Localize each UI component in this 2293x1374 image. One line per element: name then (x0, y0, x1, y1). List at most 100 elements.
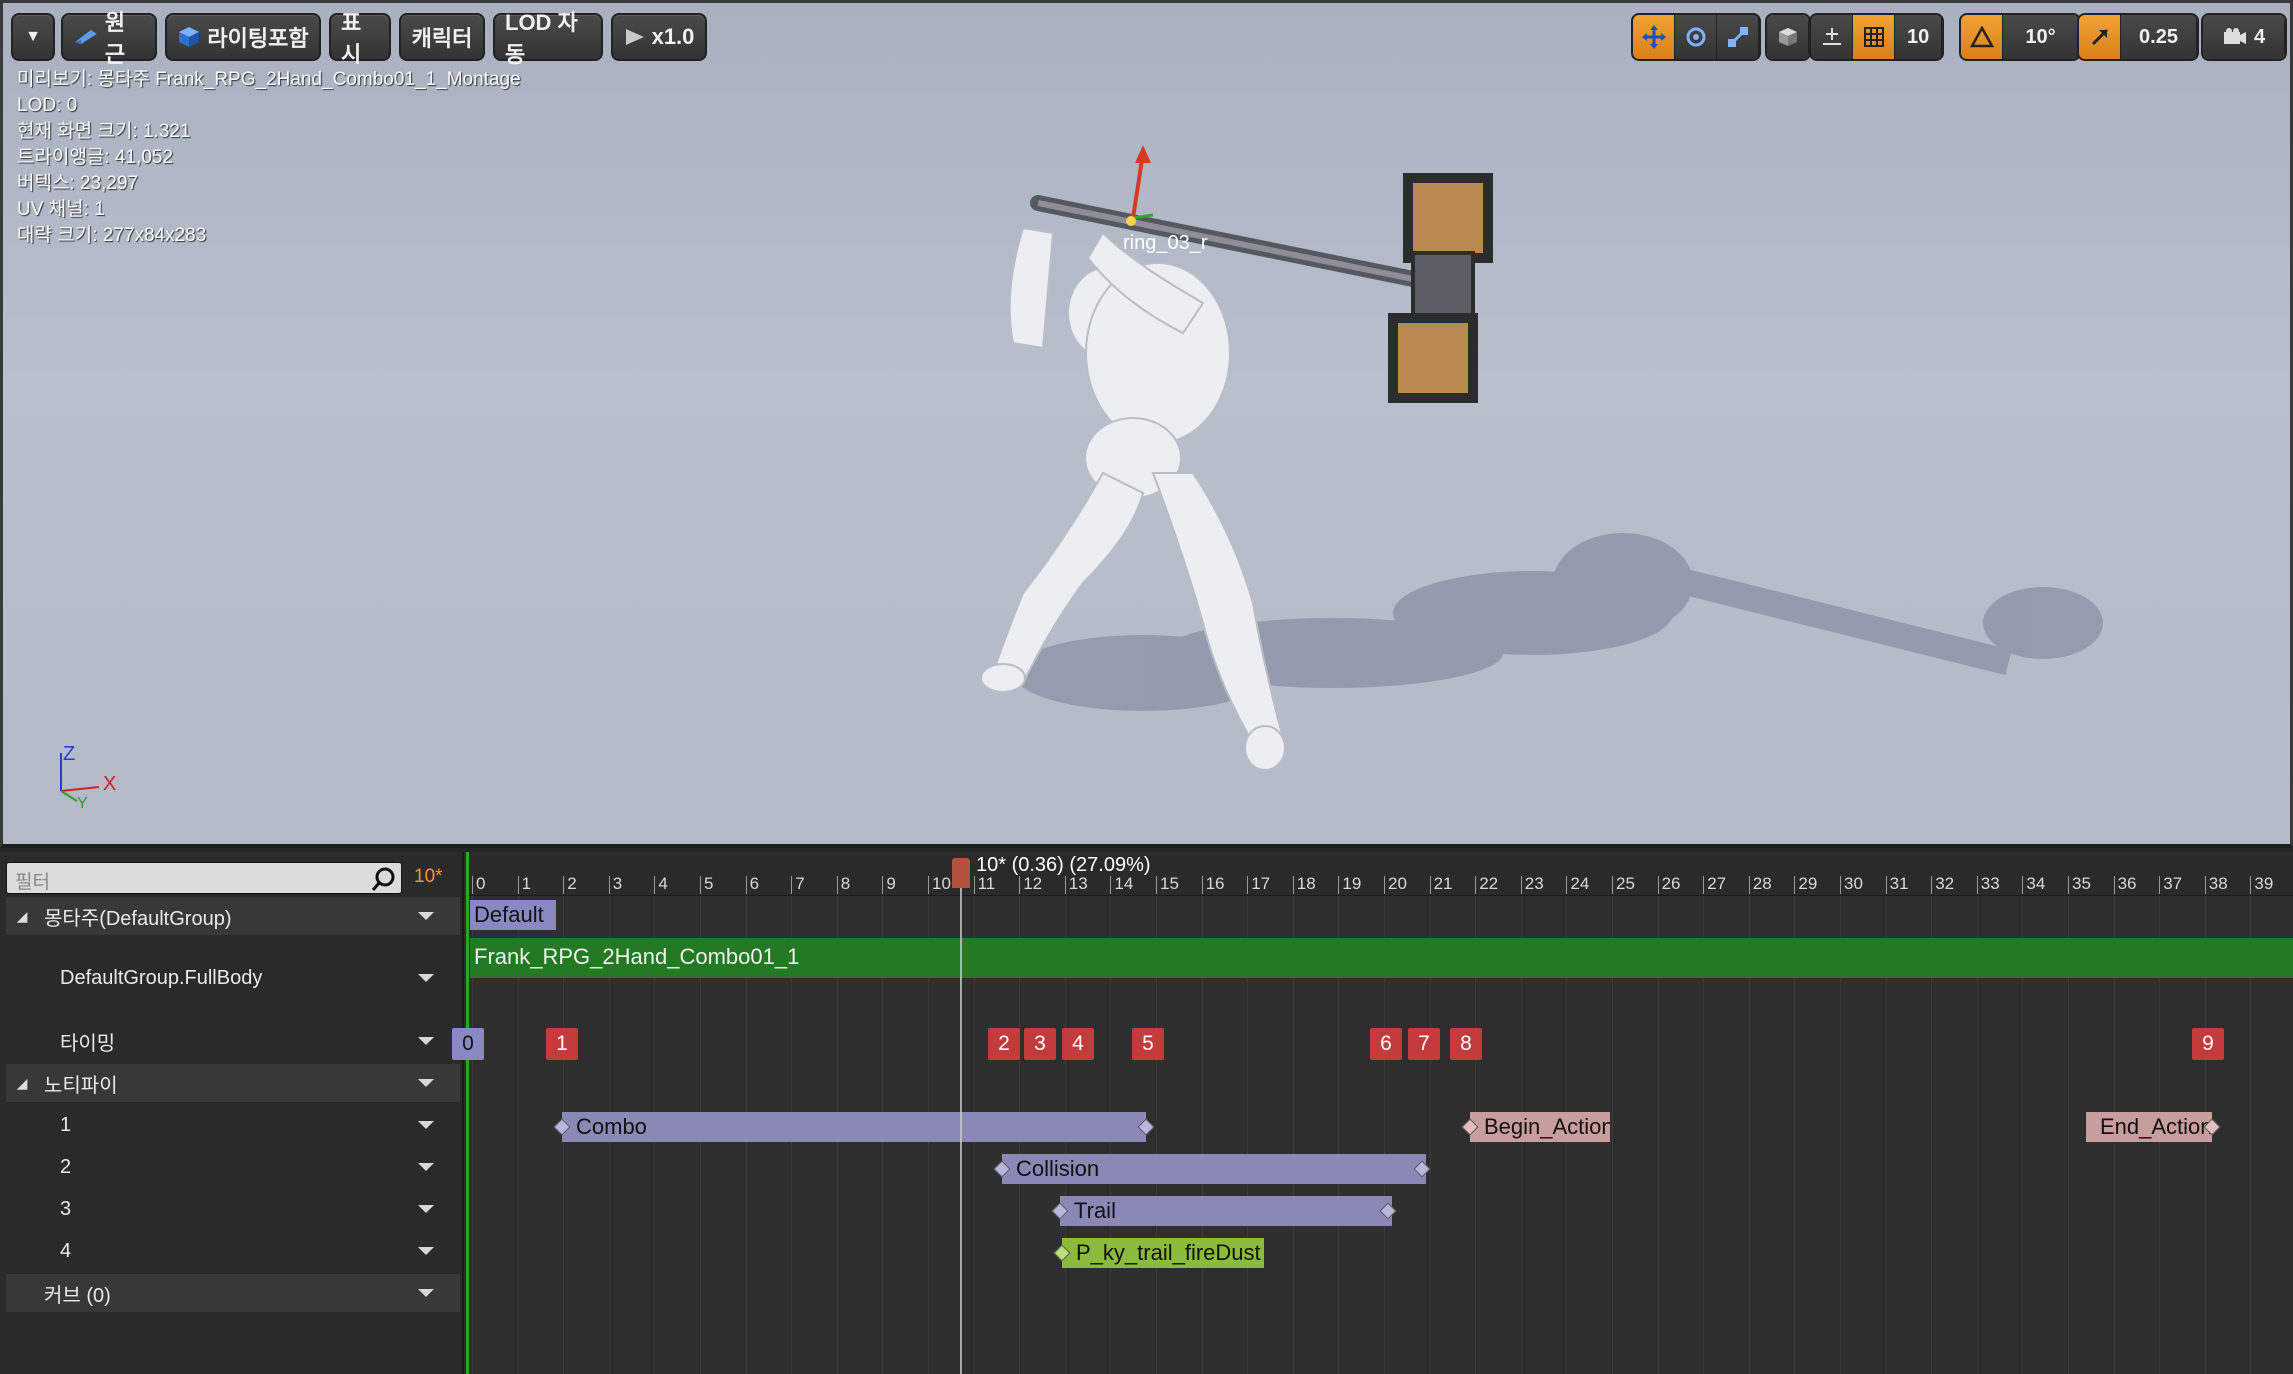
frame-tick (654, 876, 656, 894)
notify-label: Begin_Action (1484, 1114, 1610, 1139)
frame-tick (1794, 876, 1796, 894)
frame-tick (2250, 876, 2252, 894)
timing-row[interactable]: 타이밍 (6, 1022, 460, 1060)
frame-tick-label: 8 (840, 874, 851, 893)
slot-row[interactable]: DefaultGroup.FullBody (6, 959, 460, 997)
current-frame-indicator: 10* (414, 866, 443, 887)
timing-marker-label: 8 (1460, 1032, 1472, 1055)
notify-state-bar[interactable]: Begin_Action (1470, 1112, 1610, 1142)
frame-tick (1247, 876, 1249, 894)
frame-tick-label: 38 (2208, 874, 2228, 893)
frame-tick (1748, 876, 1750, 894)
frame-tick-label: 14 (1114, 874, 1134, 893)
timing-marker[interactable]: 1 (546, 1028, 578, 1060)
axis-y-label: Y (77, 795, 88, 812)
timing-marker[interactable]: 0 (452, 1028, 484, 1060)
bone-label: ring_03_r (1123, 232, 1208, 254)
frame-tick-label: 22 (1479, 874, 1499, 893)
frame-tick-label: 23 (1524, 874, 1544, 893)
timing-label: 타이밍 (60, 1032, 116, 1055)
timing-marker-label: 4 (1072, 1032, 1084, 1055)
chevron-down-icon[interactable] (418, 974, 434, 982)
frame-tick-label: 18 (1296, 874, 1316, 893)
chevron-down-icon[interactable] (418, 1037, 434, 1045)
notify-label: Combo (576, 1114, 647, 1139)
frame-tick (1840, 876, 1841, 894)
playhead-handle[interactable] (952, 858, 970, 888)
frame-tick (1566, 876, 1568, 894)
axis-indicator: Z X Y (55, 743, 135, 823)
curves-label: 커브 (0) (44, 1284, 111, 1307)
frame-tick (2159, 876, 2161, 894)
collapse-icon[interactable]: ◢ (12, 1075, 32, 1092)
notify-state-bar[interactable]: Trail (1060, 1196, 1392, 1226)
notify-state-bar[interactable]: Combo (562, 1112, 1146, 1142)
timing-marker-label: 0 (462, 1032, 474, 1055)
timing-marker[interactable]: 6 (1370, 1028, 1402, 1060)
notify-label: Trail (1074, 1198, 1116, 1223)
frame-tick-label: 24 (1570, 874, 1590, 893)
frame-tick (836, 876, 838, 894)
timing-marker-label: 3 (1034, 1032, 1046, 1055)
chevron-down-icon[interactable] (418, 1247, 434, 1255)
frame-tick-label: 9 (886, 874, 896, 893)
timing-marker[interactable]: 8 (1450, 1028, 1482, 1060)
timing-marker-label: 1 (556, 1032, 568, 1055)
frame-tick-label: 5 (704, 874, 714, 893)
notifies-label: 노티파이 (44, 1074, 118, 1097)
frame-tick (1703, 876, 1705, 894)
frame-tick-label: 10 (932, 874, 951, 893)
timing-marker[interactable]: 2 (988, 1028, 1020, 1060)
frame-tick-label: 16 (1205, 874, 1225, 893)
timing-marker[interactable]: 9 (2192, 1028, 2224, 1060)
notify-track-row[interactable]: 1 (6, 1106, 460, 1144)
montage-group-row[interactable]: ◢ 몽타주(DefaultGroup) (6, 897, 460, 935)
frame-tick-label: 33 (1980, 874, 2000, 893)
preview-viewport[interactable]: ▼ 원근 라이팅포함 표시 캐릭터 LOD 자동 x1.0 10 10° 0.2… (0, 0, 2293, 848)
chevron-down-icon[interactable] (418, 1205, 434, 1213)
frame-tick (1931, 876, 1933, 894)
montage-section[interactable]: Default (470, 900, 556, 930)
notify-state-bar[interactable]: P_ky_trail_fireDust (1062, 1238, 1264, 1268)
character-preview[interactable]: ring_03_r (3, 3, 2290, 844)
timing-marker[interactable]: 3 (1024, 1028, 1056, 1060)
notify-track-row[interactable]: 2 (6, 1148, 460, 1186)
notify-state-bar[interactable]: End_Action (2086, 1112, 2212, 1142)
notify-label: P_ky_trail_fireDust (1076, 1240, 1261, 1265)
chevron-down-icon[interactable] (418, 912, 434, 920)
frame-tick (1064, 876, 1066, 894)
collapse-icon[interactable]: ◢ (12, 908, 32, 925)
frame-tick (882, 876, 884, 894)
frame-tick (1475, 876, 1477, 894)
frame-tick-label: 17 (1251, 874, 1271, 893)
frame-tick (928, 876, 929, 894)
timing-marker[interactable]: 4 (1062, 1028, 1094, 1060)
frame-tick-label: 37 (2163, 874, 2183, 893)
chevron-down-icon[interactable] (418, 1289, 434, 1297)
axis-z-label: Z (63, 743, 76, 765)
frame-tick-label: 7 (795, 874, 805, 893)
notify-state-bar[interactable]: Collision (1002, 1154, 1426, 1184)
timing-marker[interactable]: 5 (1132, 1028, 1164, 1060)
frame-ruler[interactable]: 0 1 2 3 4 5 6 7 8 9 10 11 12 13 14 15 16 17 18 19 20 21 22 23 24… (466, 852, 2293, 896)
timing-marker[interactable]: 7 (1408, 1028, 1440, 1060)
notify-track-row[interactable]: 4 (6, 1232, 460, 1270)
notifies-row[interactable]: ◢ 노티파이 (6, 1064, 460, 1102)
frame-tick (2068, 876, 2069, 894)
slot-animation-segment[interactable]: Frank_RPG_2Hand_Combo01_1 (470, 938, 2293, 978)
timing-marker-label: 2 (998, 1032, 1010, 1055)
timeline-panel[interactable]: 0 1 2 3 4 5 6 7 8 9 10 11 12 13 14 15 16 17 18 19 20 21 22 23 24… (452, 852, 2293, 1374)
frame-tick-label: 29 (1798, 874, 1818, 893)
curves-row[interactable]: 커브 (0) (6, 1274, 460, 1312)
chevron-down-icon[interactable] (418, 1163, 434, 1171)
frame-tick-label: 27 (1707, 874, 1727, 893)
chevron-down-icon[interactable] (418, 1121, 434, 1129)
frame-tick-label: 30 (1844, 874, 1863, 893)
chevron-down-icon[interactable] (418, 1079, 434, 1087)
filter-input[interactable]: 필터 (6, 862, 402, 894)
timing-marker-label: 9 (2202, 1032, 2214, 1055)
notify-track-row[interactable]: 3 (6, 1190, 460, 1228)
frame-tick (608, 876, 610, 894)
frame-tick-label: 1 (521, 874, 532, 893)
filter-placeholder: 필터 (15, 872, 50, 893)
